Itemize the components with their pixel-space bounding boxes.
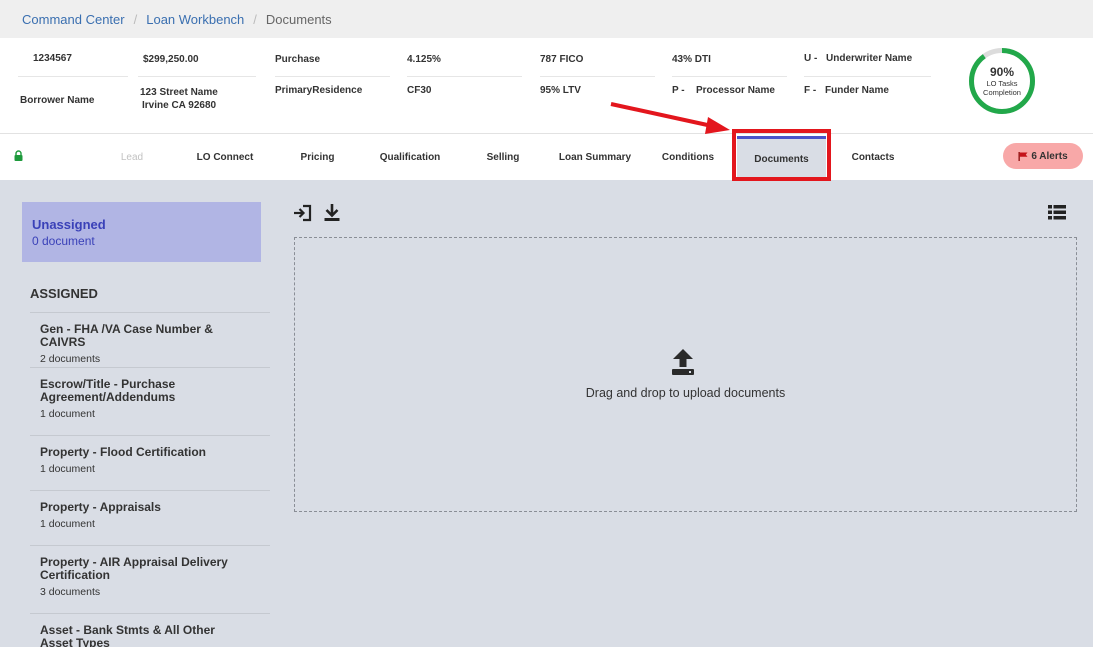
list-item[interactable]: Property - Flood Certification 1 documen…: [30, 435, 270, 490]
alerts-button[interactable]: 6 Alerts: [1003, 143, 1083, 169]
lock-icon: [14, 150, 23, 161]
processor-prefix: P -: [672, 85, 685, 96]
breadcrumb-separator: /: [133, 11, 138, 27]
tab-loan-summary[interactable]: Loan Summary: [555, 134, 635, 180]
breadcrumb-command-center[interactable]: Command Center: [22, 12, 125, 27]
breadcrumb-separator: /: [253, 11, 257, 27]
underwriter-prefix: U -: [804, 53, 818, 64]
ltv: 95% LTV: [540, 85, 581, 96]
document-category-name: Property - AIR Appraisal Delivery Certif…: [40, 555, 228, 582]
tab-documents[interactable]: Documents: [737, 136, 826, 180]
document-count: 1 document: [40, 463, 95, 475]
loan-tabs: Lead LO Connect Pricing Qualification Se…: [0, 134, 1093, 180]
funder-name[interactable]: Funder Name: [825, 85, 889, 96]
assigned-document-list: Gen - FHA /VA Case Number & CAIVRS 2 doc…: [30, 312, 270, 647]
document-category-name: Property - Appraisals: [40, 500, 161, 514]
breadcrumb: Command Center / Loan Workbench / Docume…: [0, 0, 1093, 38]
list-item[interactable]: Escrow/Title - Purchase Agreement/Addend…: [30, 367, 270, 435]
fico-score: 787 FICO: [540, 54, 584, 65]
borrower-name: Borrower Name: [20, 95, 95, 106]
divider: [275, 76, 390, 77]
tab-lo-connect[interactable]: LO Connect: [190, 134, 260, 180]
document-category-name: Escrow/Title - Purchase Agreement/Addend…: [40, 377, 176, 404]
divider: [18, 76, 128, 77]
list-item[interactable]: Property - Appraisals 1 document: [30, 490, 270, 545]
loan-purpose: Purchase: [275, 54, 321, 65]
tab-pricing[interactable]: Pricing: [290, 134, 345, 180]
address-line2: Irvine CA 92680: [142, 100, 217, 111]
list-item[interactable]: Asset - Bank Stmts & All Other Asset Typ…: [30, 613, 270, 647]
funder-prefix: F -: [804, 85, 817, 96]
occupancy: PrimaryResidence: [275, 85, 363, 96]
list-item[interactable]: Gen - FHA /VA Case Number & CAIVRS 2 doc…: [30, 312, 270, 367]
divider: [407, 76, 522, 77]
tab-contacts[interactable]: Contacts: [845, 134, 901, 180]
loan-amount: $299,250.00: [143, 54, 199, 65]
divider: [672, 76, 787, 77]
unassigned-folder[interactable]: Unassigned 0 document: [22, 202, 261, 262]
loan-number: 1234567: [33, 53, 72, 64]
alerts-label: 6 Alerts: [1031, 150, 1068, 162]
document-category-name: Gen - FHA /VA Case Number & CAIVRS: [40, 322, 213, 349]
completion-label: LO Tasks Completion: [983, 78, 1021, 97]
document-category-name: Property - Flood Certification: [40, 445, 207, 459]
upload-icon: [672, 349, 694, 375]
download-icon[interactable]: [323, 203, 341, 222]
divider: [540, 76, 655, 77]
address-line1: 123 Street Name: [140, 87, 218, 98]
document-count: 1 document: [40, 408, 95, 420]
tab-qualification[interactable]: Qualification: [375, 134, 445, 180]
import-icon[interactable]: [293, 204, 313, 222]
assigned-heading: ASSIGNED: [30, 286, 98, 301]
dti: 43% DTI: [672, 54, 711, 65]
document-count: 3 documents: [40, 586, 101, 598]
underwriter-name[interactable]: Underwriter Name: [826, 53, 912, 64]
document-count: 2 documents: [40, 353, 101, 365]
breadcrumb-loan-workbench[interactable]: Loan Workbench: [146, 12, 244, 27]
loan-summary-header: 1234567 Borrower Name $299,250.00 123 St…: [0, 38, 1093, 134]
completion-ring[interactable]: 90% LO Tasks Completion: [968, 47, 1036, 115]
tab-conditions[interactable]: Conditions: [656, 134, 720, 180]
unassigned-title: Unassigned: [32, 217, 106, 232]
list-item[interactable]: Property - AIR Appraisal Delivery Certif…: [30, 545, 270, 613]
divider: [138, 76, 256, 77]
document-category-name: Asset - Bank Stmts & All Other Asset Typ…: [40, 623, 215, 647]
tab-lead[interactable]: Lead: [112, 134, 152, 180]
processor-name[interactable]: Processor Name: [696, 85, 775, 96]
loan-program: CF30: [407, 85, 432, 96]
flag-icon: [1018, 151, 1028, 161]
interest-rate: 4.125%: [407, 54, 441, 65]
dropzone-text: Drag and drop to upload documents: [585, 386, 786, 400]
unassigned-count: 0 document: [32, 234, 95, 248]
list-view-icon[interactable]: [1048, 205, 1066, 220]
document-count: 1 document: [40, 518, 95, 530]
breadcrumb-current: Documents: [265, 11, 332, 27]
divider: [804, 76, 931, 77]
tab-selling[interactable]: Selling: [478, 134, 528, 180]
completion-percent: 90%: [989, 64, 1015, 79]
